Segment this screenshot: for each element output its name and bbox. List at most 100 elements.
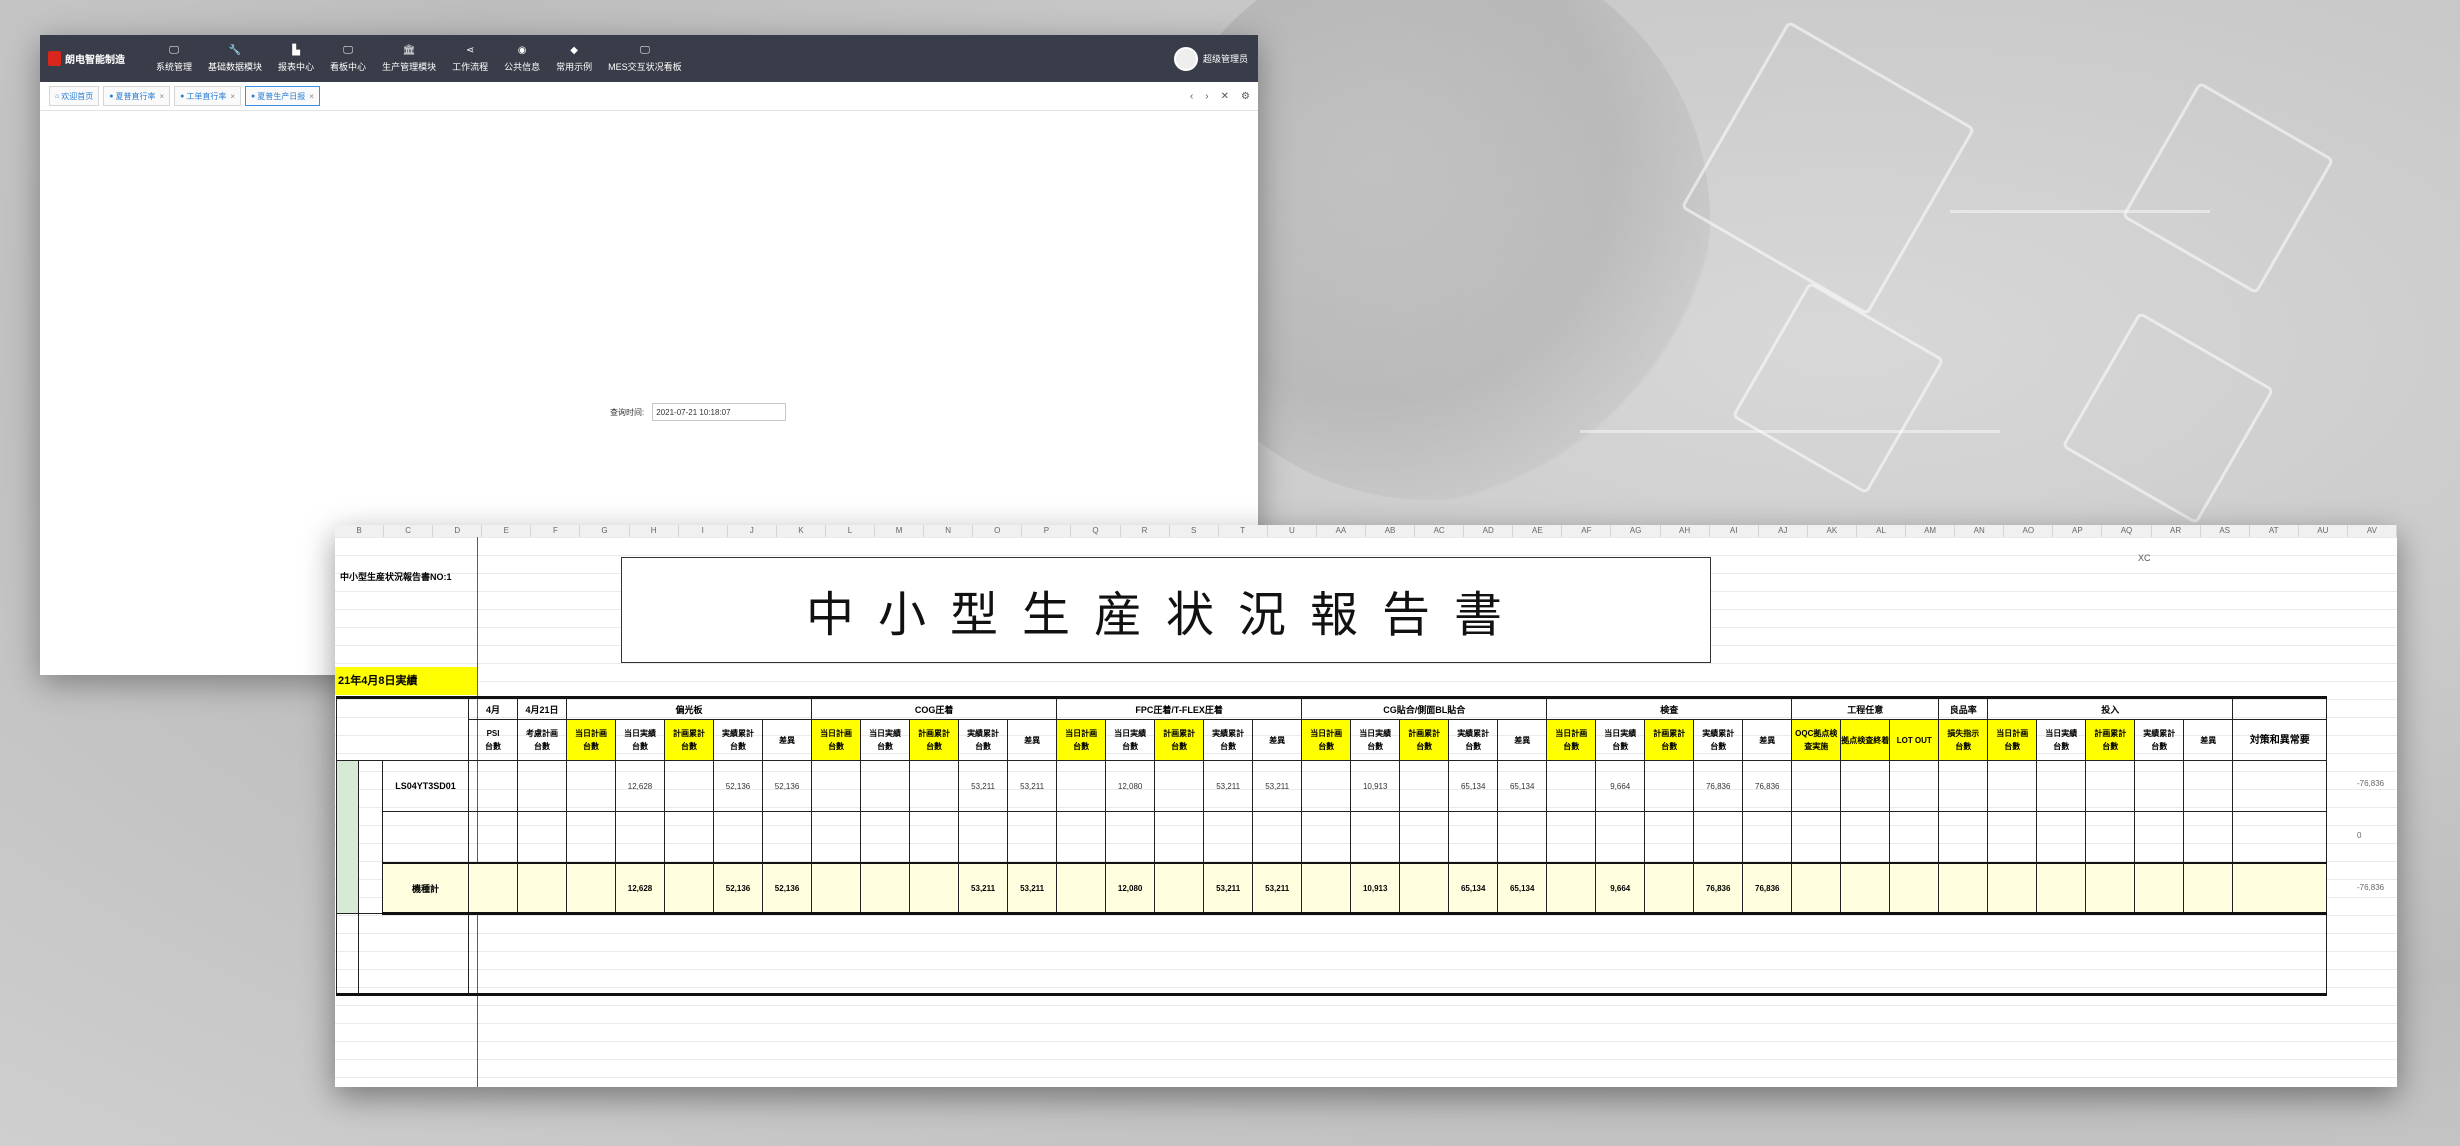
value-cell[interactable]: [1399, 811, 1450, 864]
column-letter[interactable]: B: [335, 525, 385, 537]
value-cell[interactable]: [2183, 811, 2234, 864]
value-cell[interactable]: [860, 760, 911, 812]
total-cell[interactable]: [1840, 862, 1891, 915]
column-header[interactable]: 計画累計 台數: [2085, 719, 2136, 761]
report-date-cell[interactable]: 21年4月8日実績: [335, 667, 477, 695]
value-cell[interactable]: [958, 811, 1009, 864]
nav-item[interactable]: ▙ 报表中心: [270, 35, 322, 82]
next-tab-icon[interactable]: ›: [1205, 91, 1208, 102]
column-letter[interactable]: AO: [2004, 525, 2054, 537]
total-cell[interactable]: [2085, 862, 2136, 915]
value-cell[interactable]: [1938, 811, 1989, 864]
total-cell[interactable]: [2036, 862, 2087, 915]
total-cell[interactable]: [664, 862, 715, 915]
column-letter[interactable]: AQ: [2102, 525, 2152, 537]
blank-cell[interactable]: [336, 913, 359, 996]
column-header[interactable]: 実績累計 台數: [1448, 719, 1499, 761]
value-cell[interactable]: 76,836: [1693, 760, 1744, 812]
total-cell[interactable]: 12,628: [615, 862, 666, 915]
column-letter[interactable]: S: [1170, 525, 1219, 537]
column-header[interactable]: 当日実績 台數: [1350, 719, 1401, 761]
column-letter[interactable]: AF: [1562, 525, 1612, 537]
total-cell[interactable]: [1056, 862, 1107, 915]
total-cell[interactable]: 12,080: [1105, 862, 1156, 915]
value-cell[interactable]: [1301, 811, 1352, 864]
column-letter[interactable]: AM: [1906, 525, 1956, 537]
total-cell[interactable]: [2134, 862, 2185, 915]
value-cell[interactable]: [1301, 760, 1352, 812]
blank-area[interactable]: [468, 913, 2328, 996]
value-cell[interactable]: [381, 811, 470, 864]
column-letter[interactable]: O: [973, 525, 1023, 537]
value-cell[interactable]: [1742, 811, 1793, 864]
total-cell[interactable]: 52,136: [762, 862, 813, 915]
total-cell[interactable]: [1889, 862, 1940, 915]
column-letter[interactable]: N: [924, 525, 974, 537]
value-cell[interactable]: [713, 811, 764, 864]
column-letter[interactable]: AE: [1513, 525, 1563, 537]
value-cell[interactable]: 52,136: [762, 760, 813, 812]
total-cell[interactable]: [860, 862, 911, 915]
column-header[interactable]: 差異: [2183, 719, 2234, 761]
column-letter[interactable]: AU: [2299, 525, 2348, 537]
value-cell[interactable]: [2134, 811, 2185, 864]
total-cell[interactable]: 76,836: [1693, 862, 1744, 915]
column-header[interactable]: 当日計画 台數: [566, 719, 617, 761]
column-letter[interactable]: AP: [2053, 525, 2103, 537]
value-cell[interactable]: [1056, 811, 1107, 864]
nav-item[interactable]: ⋖ 工作流程: [444, 35, 496, 82]
value-cell[interactable]: [566, 760, 617, 812]
group-header[interactable]: 工程任意: [1791, 696, 1940, 720]
total-cell[interactable]: [909, 862, 960, 915]
value-cell[interactable]: [1791, 811, 1842, 864]
nav-item[interactable]: 🏛 生产管理模块: [374, 35, 444, 82]
value-cell[interactable]: [1987, 760, 2038, 812]
value-cell[interactable]: [1595, 811, 1646, 864]
total-cell[interactable]: 9,664: [1595, 862, 1646, 915]
column-letter[interactable]: AN: [1955, 525, 2005, 537]
total-cell[interactable]: 53,211: [1007, 862, 1058, 915]
total-cell[interactable]: 53,211: [958, 862, 1009, 915]
column-letter[interactable]: AV: [2348, 525, 2397, 537]
total-cell[interactable]: [811, 862, 862, 915]
value-cell[interactable]: [811, 760, 862, 812]
value-cell[interactable]: [517, 811, 568, 864]
tab-close-icon[interactable]: ×: [230, 92, 235, 101]
column-header[interactable]: 差異: [1007, 719, 1058, 761]
total-cell[interactable]: 65,134: [1448, 862, 1499, 915]
column-header[interactable]: 計画累計 台數: [1644, 719, 1695, 761]
value-cell[interactable]: 52,136: [713, 760, 764, 812]
value-cell[interactable]: [1154, 760, 1205, 812]
column-header[interactable]: 当日実績 台數: [615, 719, 666, 761]
blank-cell[interactable]: [357, 913, 470, 996]
column-letter[interactable]: AB: [1366, 525, 1416, 537]
remark-cell[interactable]: [2232, 862, 2328, 915]
value-cell[interactable]: [1546, 811, 1597, 864]
tab[interactable]: ● 工单直行率 ×: [174, 86, 242, 106]
plan-cell[interactable]: [517, 862, 568, 915]
group-header[interactable]: 4月21日: [517, 696, 568, 720]
column-header[interactable]: 差異: [1497, 719, 1548, 761]
nav-item[interactable]: 🖵 系统管理: [148, 35, 200, 82]
subtotal-label[interactable]: 機種計: [381, 862, 470, 915]
tab[interactable]: ⌂ 欢迎首页: [49, 86, 100, 106]
plan-cell[interactable]: [517, 760, 568, 812]
value-cell[interactable]: 10,913: [1350, 760, 1401, 812]
value-cell[interactable]: 65,134: [1448, 760, 1499, 812]
psi-cell[interactable]: [468, 862, 519, 915]
app-logo[interactable]: 朗电智能制造: [40, 51, 148, 66]
value-cell[interactable]: 53,211: [1007, 760, 1058, 812]
value-cell[interactable]: [1644, 811, 1695, 864]
column-letter[interactable]: I: [679, 525, 728, 537]
value-cell[interactable]: [860, 811, 911, 864]
column-header[interactable]: 差異: [1252, 719, 1303, 761]
column-letter[interactable]: M: [875, 525, 925, 537]
column-header[interactable]: 当日計画 台數: [1056, 719, 1107, 761]
group-header[interactable]: 良品率: [1938, 696, 1989, 720]
nav-item[interactable]: ◆ 常用示例: [548, 35, 600, 82]
total-cell[interactable]: [1987, 862, 2038, 915]
value-cell[interactable]: [615, 811, 666, 864]
value-cell[interactable]: [1938, 760, 1989, 812]
value-cell[interactable]: [1203, 811, 1254, 864]
total-cell[interactable]: [1546, 862, 1597, 915]
